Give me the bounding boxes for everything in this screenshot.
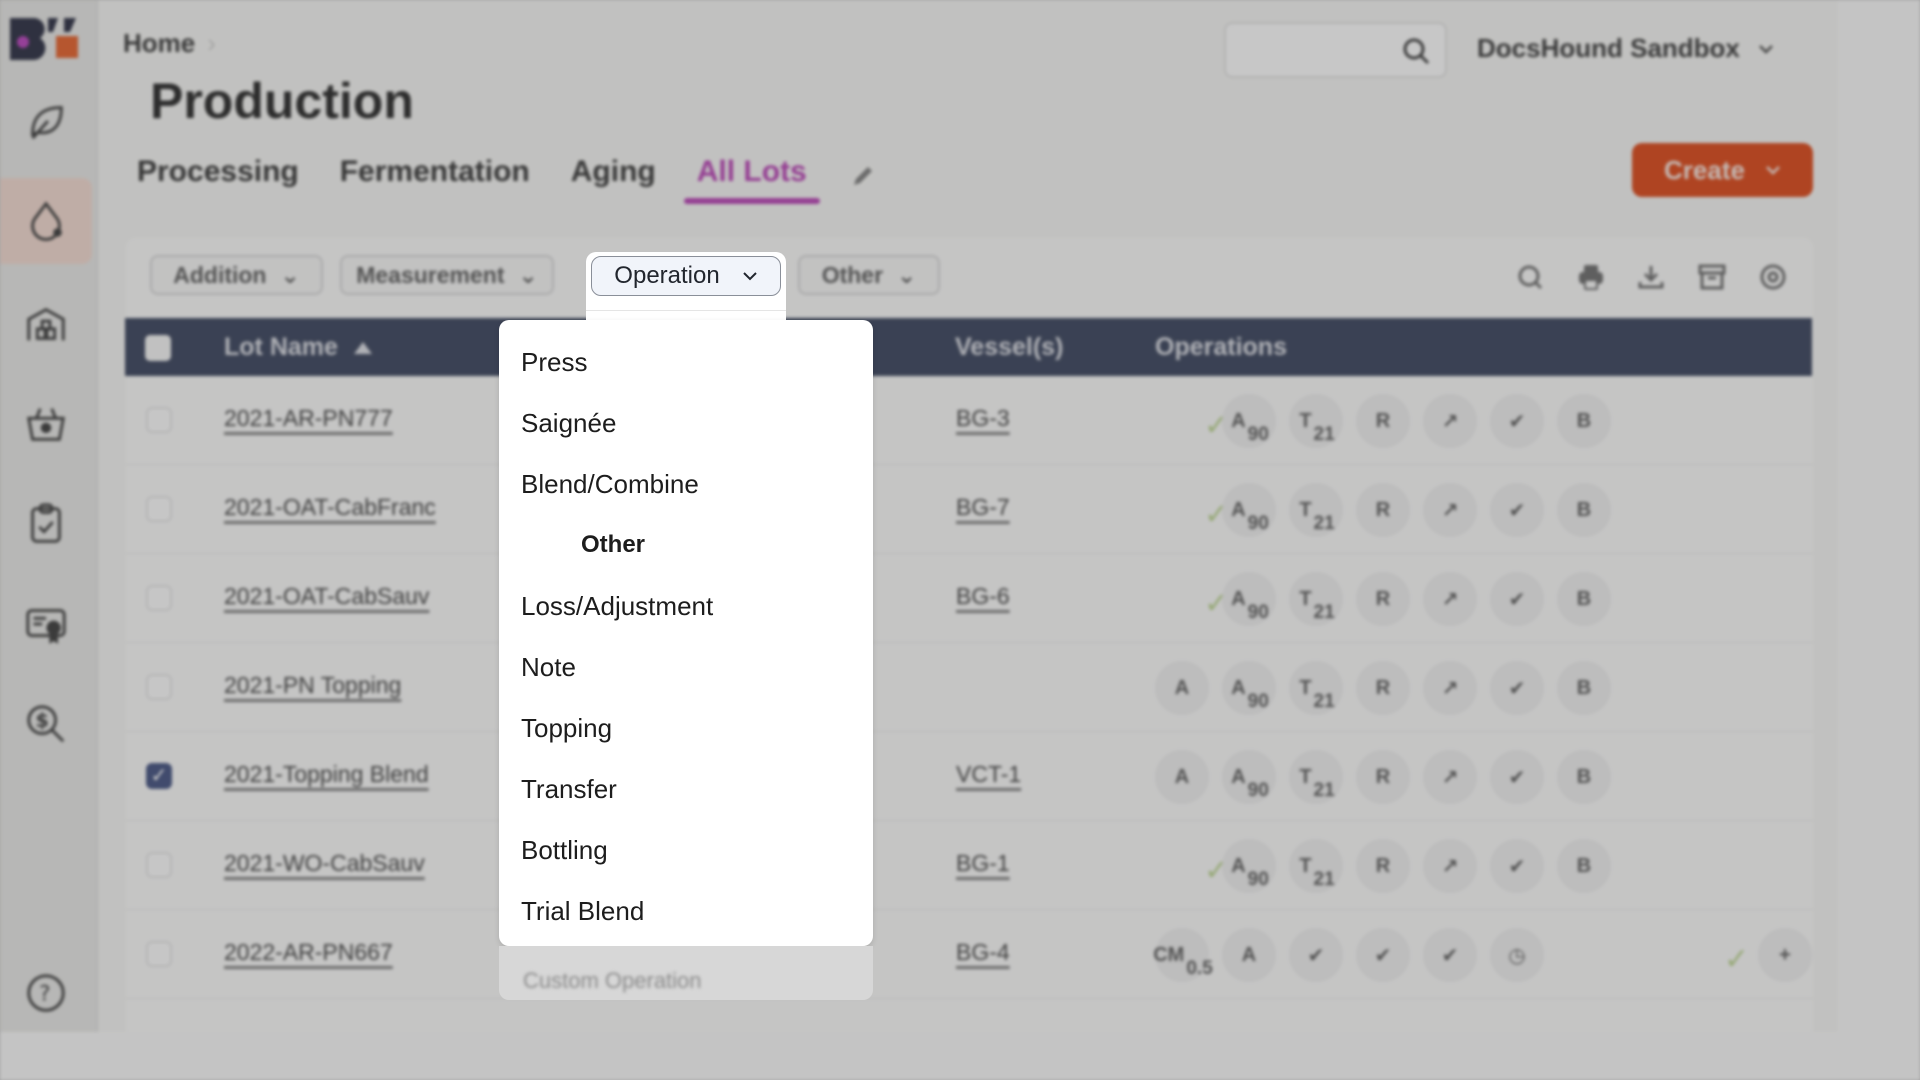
menu-group-header-other: Other [581, 531, 646, 558]
menu-item-transfer[interactable]: Transfer [521, 769, 851, 809]
operation-filter-button[interactable]: Operation [591, 256, 781, 296]
operation-menu-overflow: Custom Operation [499, 946, 873, 1000]
modal-dim-overlay[interactable] [0, 0, 1920, 1080]
menu-item-trial-blend[interactable]: Trial Blend [521, 891, 851, 931]
menu-item-bottling[interactable]: Bottling [521, 830, 851, 870]
custom-operation-item[interactable]: Custom Operation [523, 968, 702, 994]
menu-item-press[interactable]: Press [521, 342, 851, 382]
chevron-down-icon [742, 272, 757, 281]
divider [586, 310, 786, 311]
operation-dropdown-anchor: Operation [586, 252, 786, 320]
menu-item-topping[interactable]: Topping [521, 708, 851, 748]
menu-item-loss-adjustment[interactable]: Loss/Adjustment [521, 586, 851, 626]
menu-item-blend-combine[interactable]: Blend/Combine [521, 464, 851, 504]
operation-filter-label: Operation [614, 262, 720, 289]
operation-menu: Press Saignée Blend/Combine Other Loss/Adjus… [499, 320, 873, 946]
menu-item-saign-e[interactable]: Saignée [521, 403, 851, 443]
menu-item-note[interactable]: Note [521, 647, 851, 687]
